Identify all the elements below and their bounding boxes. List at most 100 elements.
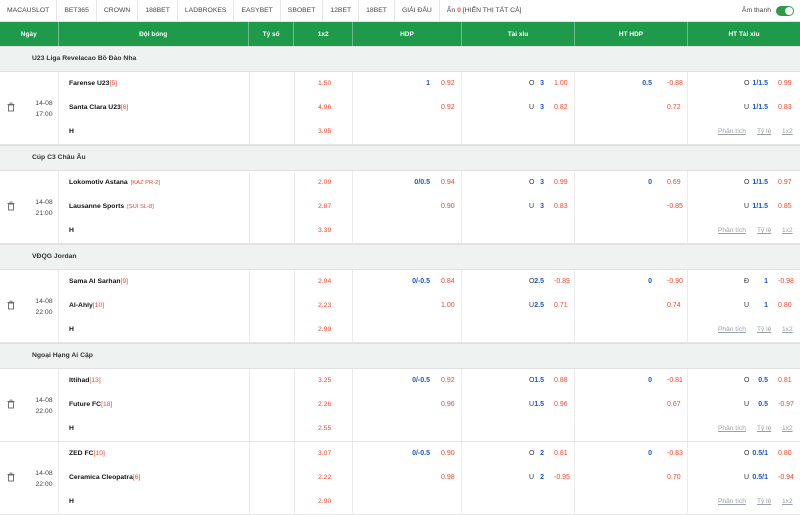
ht-hdp-odds: 0.67: [667, 401, 681, 408]
odds-link[interactable]: Tỷ lệ: [757, 417, 771, 441]
league-header[interactable]: Cúp C3 Châu Âu: [0, 145, 800, 171]
sound-toggle[interactable]: [776, 5, 794, 16]
odds-1x2: 3.39: [318, 227, 332, 234]
hdp-odds: 0.98: [441, 474, 455, 481]
1x2-link[interactable]: 1x2: [782, 417, 793, 441]
hidden-matches-filter[interactable]: Ẩn 0 [HIỂN THỊ TẤT CẢ]: [440, 0, 529, 21]
ou-line: 3: [540, 203, 544, 210]
ou-line: 2: [540, 474, 544, 481]
away-rank: [18]: [101, 401, 113, 408]
home-tag: [KAZ PR-2]: [130, 180, 160, 186]
away-tag: [SUI SL-8]: [127, 204, 154, 210]
ht-hdp-odds: -0.85: [667, 203, 683, 210]
tab-crown[interactable]: CROWN: [97, 0, 139, 21]
analysis-link[interactable]: Phân tích: [718, 120, 746, 144]
sound-setting: Âm thanh: [742, 5, 800, 16]
show-all-link[interactable]: [HIỂN THỊ TẤT CẢ]: [463, 7, 522, 14]
tab-macauslot[interactable]: MACAUSLOT: [0, 0, 58, 21]
odds-link[interactable]: Tỷ lệ: [757, 490, 771, 514]
ht-ou-line: 1/1.5: [752, 203, 768, 210]
odds-1x2: 2.99: [318, 326, 332, 333]
home-team[interactable]: Lokomotiv Astana: [69, 179, 128, 186]
ht-ou-odds: 0.80: [778, 450, 792, 457]
header-ht-hdp: HT HDP: [575, 22, 689, 46]
tab-sbobet[interactable]: SBOBET: [281, 0, 324, 21]
hdp-line: 0/0.5: [414, 179, 430, 186]
hdp-odds: 0.94: [441, 179, 455, 186]
ht-ou-line: 1/1.5: [752, 80, 768, 87]
ht-hdp-line: 0: [648, 377, 652, 384]
ht-ou-line: 0.5: [758, 401, 768, 408]
odds-link[interactable]: Tỷ lệ: [757, 219, 771, 243]
tab-ladbrokes[interactable]: LADBROKES: [178, 0, 235, 21]
away-rank: [10]: [92, 302, 105, 309]
team-cell: Ceramica Cleopatra[6]: [69, 466, 143, 490]
ht-ou-line: 0.5/1: [752, 450, 768, 457]
ht-hdp-odds: 0.69: [667, 179, 681, 186]
ht-hdp-line: 0: [648, 179, 652, 186]
tab-bet365[interactable]: BET365: [57, 0, 97, 21]
header-ht-over-under: HT Tài xỉu: [728, 30, 760, 38]
tab-18bet[interactable]: 18BET: [359, 0, 395, 21]
ht-ou-line: 1/1.5: [752, 104, 768, 111]
hdp-odds: 0.96: [441, 401, 455, 408]
tab-gi-i-u[interactable]: GIẢI ĐẤU: [395, 0, 440, 21]
away-team[interactable]: Lausanne Sports: [69, 203, 124, 210]
away-team[interactable]: Santa Clara U23: [69, 104, 121, 111]
ht-ou-odds: 0.80: [778, 302, 792, 309]
team-cell: H: [69, 417, 74, 441]
analysis-link[interactable]: Phân tích: [718, 490, 746, 514]
ht-ou-odds: 0.81: [778, 377, 792, 384]
home-team[interactable]: ZED FC: [69, 450, 94, 457]
1x2-link[interactable]: 1x2: [782, 219, 793, 243]
away-team[interactable]: Al-Ahly: [69, 302, 93, 309]
table-header: Ngày Đội bóng Tỷ số 1x2 HDP Tài xỉu HT H…: [0, 22, 800, 46]
team-cell: Santa Clara U23[6]: [69, 96, 131, 120]
away-team[interactable]: Future FC: [69, 401, 101, 408]
ht-ou-odds: 0.83: [778, 104, 792, 111]
hidden-count: 0: [457, 7, 461, 14]
ht-hdp-odds: -0.81: [667, 377, 683, 384]
team-cell: Lausanne Sports [SUI SL-8]: [69, 195, 154, 219]
tab-easybet[interactable]: EASYBET: [234, 0, 281, 21]
odds-1x2: 2.09: [318, 179, 332, 186]
odds-1x2: 1.50: [318, 80, 332, 87]
analysis-link[interactable]: Phân tích: [718, 318, 746, 342]
ht-hdp-odds: 0.70: [667, 474, 681, 481]
odds-1x2: 2.26: [318, 401, 332, 408]
hdp-line: 0/-0.5: [412, 450, 430, 457]
ou-line: 2.5: [534, 302, 544, 309]
odds-link[interactable]: Tỷ lệ: [757, 318, 771, 342]
ou-odds: 0.88: [554, 377, 568, 384]
hdp-odds: 1.00: [441, 302, 455, 309]
1x2-link[interactable]: 1x2: [782, 318, 793, 342]
league-header[interactable]: U23 Liga Revelacao Bồ Đào Nha: [0, 46, 800, 72]
league-header[interactable]: VĐQG Jordan: [0, 244, 800, 270]
ou-odds: -0.89: [554, 278, 570, 285]
ht-ou-line: 1/1.5: [752, 179, 768, 186]
analysis-link[interactable]: Phân tích: [718, 219, 746, 243]
odds-link[interactable]: Tỷ lệ: [757, 120, 771, 144]
ou-line: 3: [540, 80, 544, 87]
home-team[interactable]: Ittihad: [69, 377, 89, 384]
league-header[interactable]: Ngoại Hạng Ai Cập: [0, 343, 800, 369]
ht-ou-line: 0.5/1: [752, 474, 768, 481]
ht-ou-odds: -0.97: [778, 401, 794, 408]
tab-12bet[interactable]: 12BET: [323, 0, 360, 21]
analysis-link[interactable]: Phân tích: [718, 417, 746, 441]
ou-odds: 0.71: [554, 302, 568, 309]
away-team[interactable]: Ceramica Cleopatra: [69, 474, 133, 481]
odds-1x2: 3.07: [318, 450, 332, 457]
home-team[interactable]: Farense U23: [69, 80, 109, 87]
home-rank: [10]: [93, 450, 105, 457]
hdp-line: 1: [426, 80, 430, 87]
team-cell: H: [69, 318, 74, 342]
tab-188bet[interactable]: 188BET: [138, 0, 178, 21]
1x2-link[interactable]: 1x2: [782, 120, 793, 144]
match-list: U23 Liga Revelacao Bồ Đào Nha 14-08 17:00 F…: [0, 46, 800, 515]
home-team[interactable]: Sama Al Sarhan: [69, 278, 121, 285]
1x2-link[interactable]: 1x2: [782, 490, 793, 514]
odds-1x2: 2.90: [318, 498, 332, 505]
ou-odds: -0.95: [554, 474, 570, 481]
hdp-line: 0/-0.5: [412, 377, 430, 384]
